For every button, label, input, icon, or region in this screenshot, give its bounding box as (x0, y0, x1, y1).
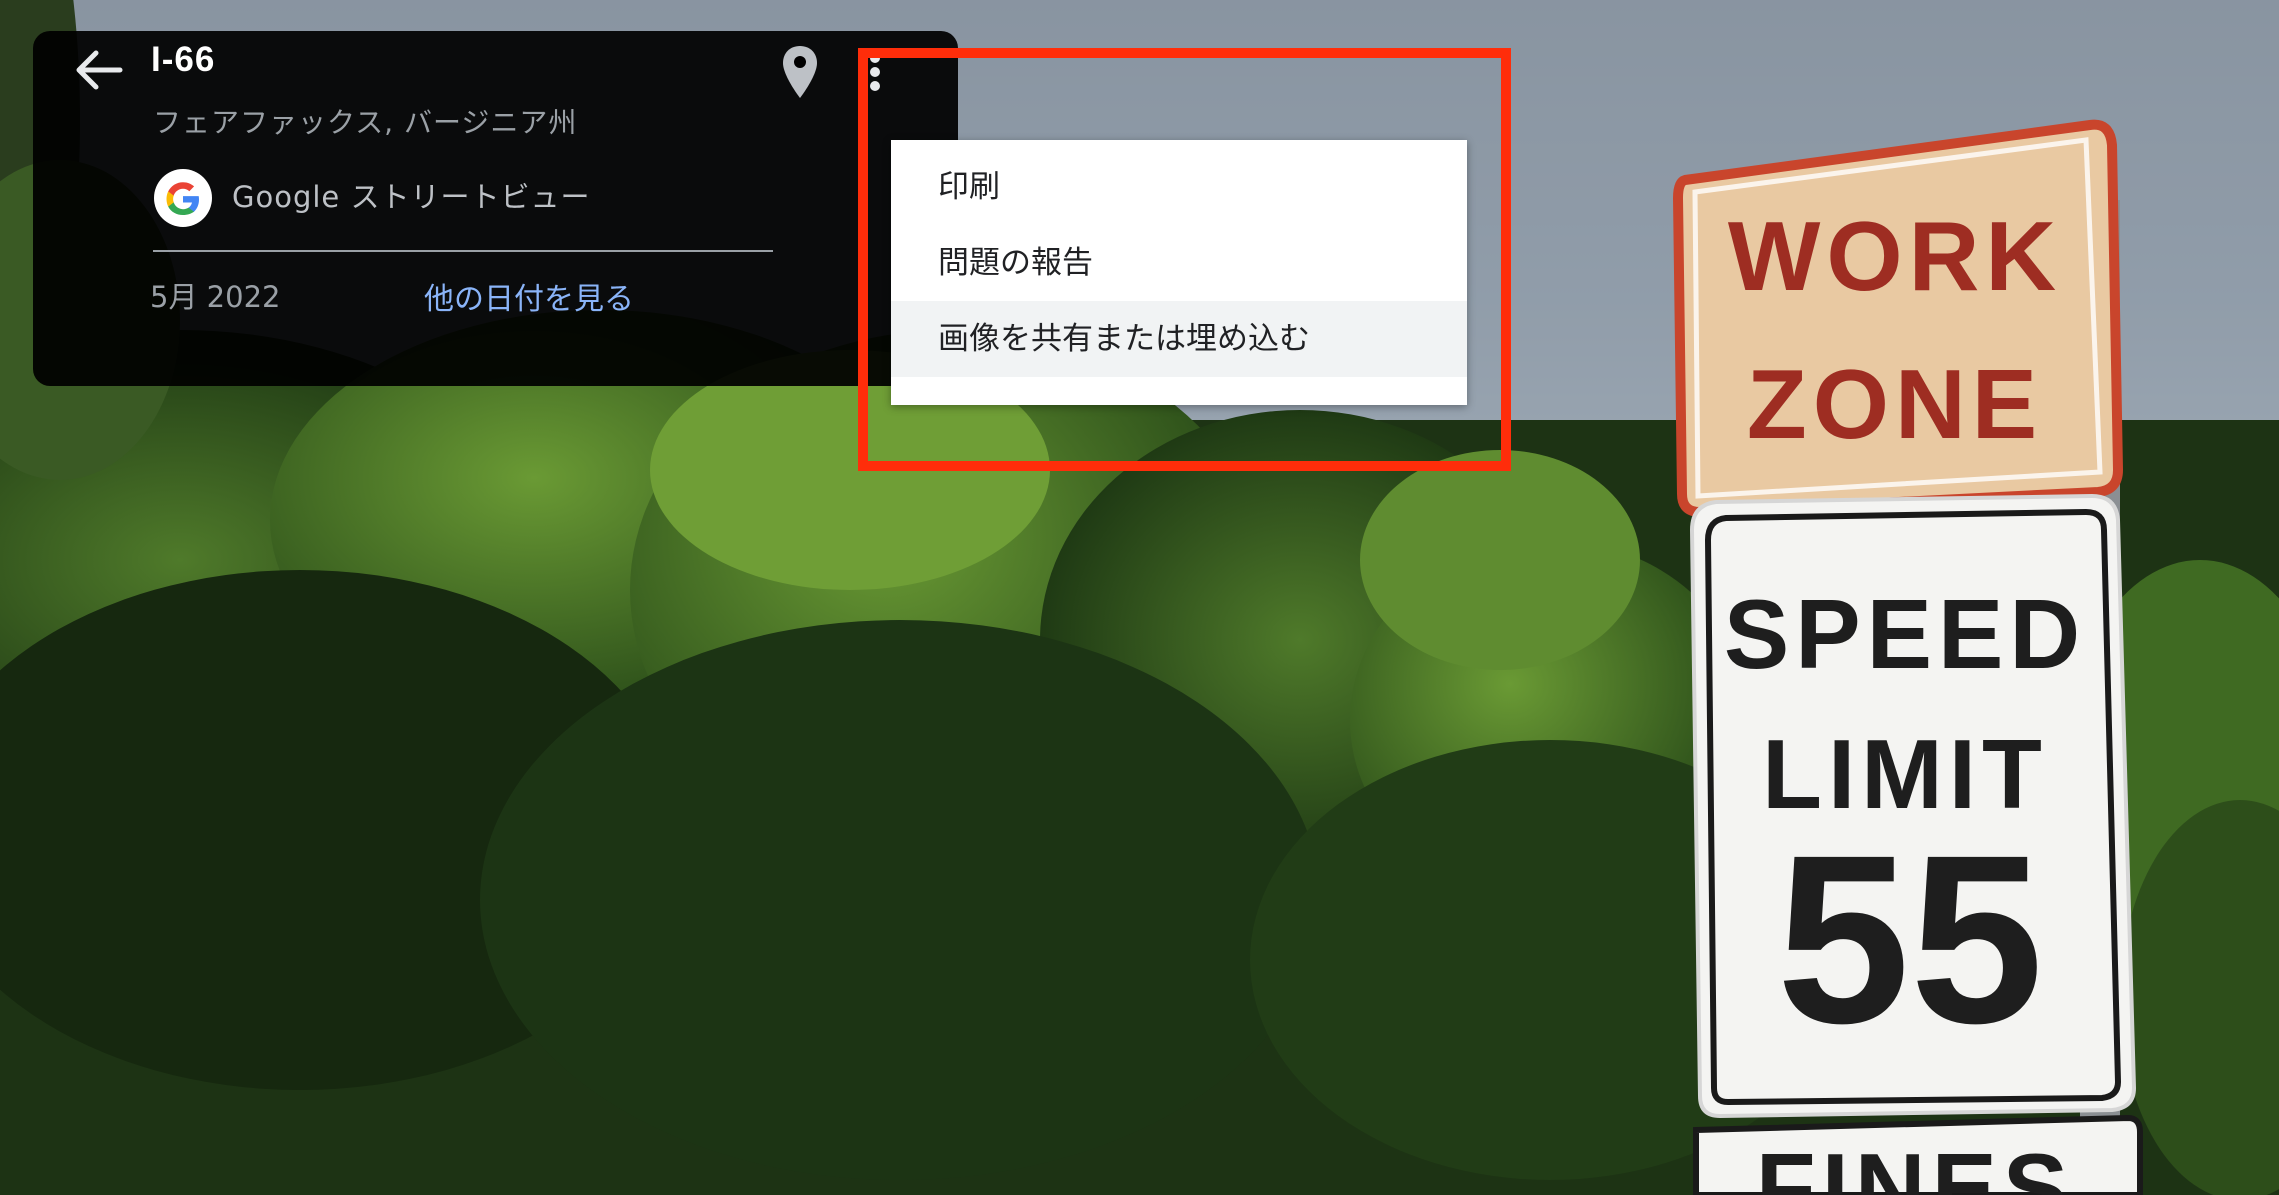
location-subtitle: フェアファックス, バージニア州 (153, 106, 578, 139)
fines-sign: FINES (1693, 1114, 2143, 1195)
speed-limit-sign: SPEED LIMIT 55 (1689, 493, 2137, 1119)
fines-text: FINES (1756, 1133, 2075, 1195)
google-logo (153, 168, 213, 228)
annotation-highlight-box (858, 48, 1511, 471)
location-pin-icon (783, 46, 817, 98)
see-other-dates-link[interactable]: 他の日付を見る (424, 274, 634, 318)
card-divider (153, 250, 773, 252)
location-pin-button[interactable] (780, 42, 820, 102)
arrow-back-icon (76, 50, 123, 90)
imagery-source: Google ストリートビュー (232, 180, 591, 214)
speed-text: SPEED (1724, 579, 2086, 689)
work-zone-sign: WORK ZONE (1672, 119, 2124, 518)
location-title: I-66 (151, 40, 216, 79)
speed-value-text: 55 (1777, 805, 2044, 1073)
back-button[interactable] (68, 40, 128, 100)
capture-date: 5月 2022 (150, 280, 281, 314)
work-text: WORK (1728, 201, 2062, 311)
zone-text: ZONE (1747, 349, 2043, 459)
